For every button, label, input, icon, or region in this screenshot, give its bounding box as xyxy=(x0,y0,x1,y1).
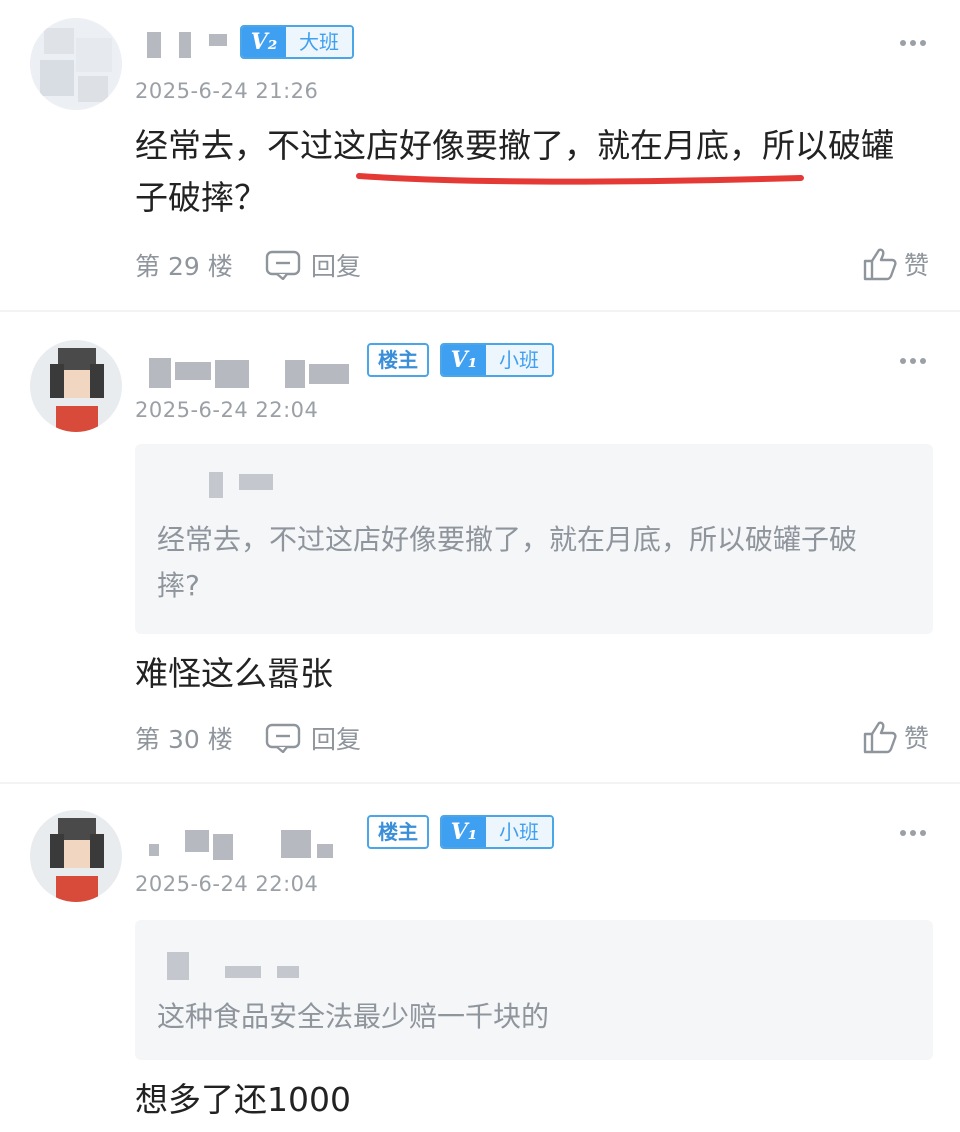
avatar[interactable] xyxy=(30,18,122,110)
comment-text: 难怪这么嚣张 xyxy=(135,654,333,693)
comment-floor-31: 楼主 V₁ 小班 2025-6-24 22:04 这种食品安全法最少赔一千块的 … xyxy=(0,784,960,1132)
level-badge: V₁ 小班 xyxy=(440,343,554,377)
level-badge-level: V₁ xyxy=(442,817,486,847)
level-badge: V₂ 大班 xyxy=(240,25,354,59)
post-time: 2025-6-24 22:04 xyxy=(135,872,319,896)
like-icon xyxy=(863,721,897,754)
username-redacted[interactable] xyxy=(135,28,235,62)
post-time: 2025-6-24 21:26 xyxy=(135,79,319,103)
more-icon[interactable] xyxy=(900,38,928,48)
avatar[interactable] xyxy=(30,340,122,432)
like-label: 赞 xyxy=(904,724,930,753)
avatar[interactable] xyxy=(30,810,122,902)
reply-icon xyxy=(265,723,301,753)
more-icon[interactable] xyxy=(900,828,928,838)
comment-text: 想多了还1000 xyxy=(135,1080,351,1119)
quoted-comment: 这种食品安全法最少赔一千块的 xyxy=(135,920,933,1060)
level-badge-class: 大班 xyxy=(286,27,352,57)
like-icon xyxy=(863,248,897,281)
level-badge: V₁ 小班 xyxy=(440,815,554,849)
like-label: 赞 xyxy=(904,251,930,280)
floor-number: 第 29 楼 xyxy=(135,252,233,281)
level-badge-class: 小班 xyxy=(486,817,552,847)
host-badge: 楼主 xyxy=(367,815,429,849)
reply-label: 回复 xyxy=(311,725,362,754)
reply-icon xyxy=(265,250,301,280)
username-redacted[interactable] xyxy=(135,830,355,864)
quoted-username-redacted xyxy=(157,952,317,980)
floor-number: 第 30 楼 xyxy=(135,725,233,754)
quoted-text: 经常去，不过这店好像要撤了，就在月底，所以破罐子破摔? xyxy=(157,523,858,602)
quoted-username-redacted xyxy=(157,472,287,500)
post-time: 2025-6-24 22:04 xyxy=(135,398,319,422)
like-button[interactable]: 赞 xyxy=(862,246,929,282)
level-badge-class: 小班 xyxy=(486,345,552,375)
username-redacted[interactable] xyxy=(135,356,355,390)
host-badge: 楼主 xyxy=(367,343,429,377)
comment-floor-30: 楼主 V₁ 小班 2025-6-24 22:04 经常去，不过这店好像要撤了，就… xyxy=(0,312,960,782)
level-badge-level: V₂ xyxy=(242,27,286,57)
comment-floor-29: V₂ 大班 2025-6-24 21:26 经常去，不过这店好像要撤了，就在月底… xyxy=(0,0,960,310)
quoted-text: 这种食品安全法最少赔一千块的 xyxy=(157,1000,550,1033)
more-icon[interactable] xyxy=(900,356,928,366)
reply-button[interactable]: 回复 xyxy=(265,247,361,283)
reply-label: 回复 xyxy=(311,252,362,281)
quoted-comment: 经常去，不过这店好像要撤了，就在月底，所以破罐子破摔? xyxy=(135,444,933,634)
reply-button[interactable]: 回复 xyxy=(265,720,361,756)
red-underline-annotation xyxy=(356,173,804,185)
level-badge-level: V₁ xyxy=(442,345,486,375)
like-button[interactable]: 赞 xyxy=(862,719,929,755)
